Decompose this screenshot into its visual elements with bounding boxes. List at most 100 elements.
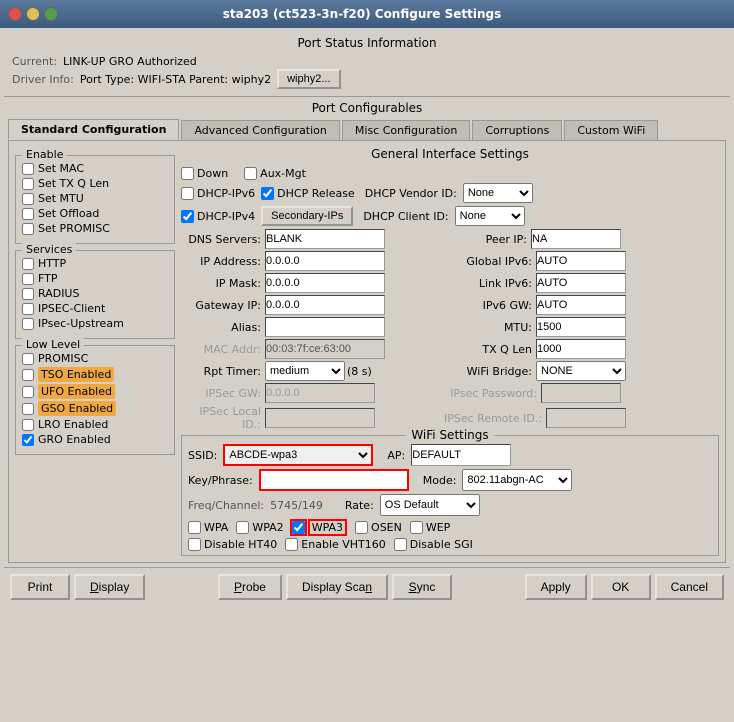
radius-checkbox[interactable]	[22, 288, 34, 300]
alias-input[interactable]	[265, 317, 385, 337]
ipsec-upstream-checkbox[interactable]	[22, 318, 34, 330]
general-interface-header: General Interface Settings	[181, 147, 719, 161]
key-phrase-label: Key/Phrase:	[188, 474, 253, 487]
wifi-settings-title: WiFi Settings	[405, 428, 494, 442]
tab-standard[interactable]: Standard Configuration	[8, 119, 179, 140]
enable-vht160-checkbox[interactable]	[285, 538, 298, 551]
low-level-group: Low Level PROMISC TSO Enabled UFO Enable…	[15, 345, 175, 455]
link-ipv6-input[interactable]	[536, 273, 626, 293]
tx-q-input[interactable]	[536, 339, 626, 359]
aux-mgt-checkbox[interactable]	[244, 167, 257, 180]
maximize-button[interactable]	[44, 7, 58, 21]
wep-check: WEP	[410, 521, 450, 534]
osen-checkbox[interactable]	[355, 521, 368, 534]
close-button[interactable]	[8, 7, 22, 21]
http-checkbox[interactable]	[22, 258, 34, 270]
mac-addr-input	[265, 339, 385, 359]
ok-button[interactable]: OK	[591, 574, 651, 600]
print-button[interactable]: Print	[10, 574, 70, 600]
window-title: sta203 (ct523-3n-f20) Configure Settings	[223, 7, 502, 21]
mode-select[interactable]: 802.11abgn-AC	[462, 469, 572, 491]
wpa2-checkbox[interactable]	[236, 521, 249, 534]
global-ipv6-input[interactable]	[536, 251, 626, 271]
dhcp-client-select[interactable]: None	[455, 206, 525, 226]
ufo-checkbox[interactable]	[22, 386, 34, 398]
service-http: HTTP	[22, 257, 168, 270]
ipsec-local-label: IPSec Local ID.:	[181, 405, 261, 431]
wep-checkbox[interactable]	[410, 521, 423, 534]
mac-addr-label: MAC Addr:	[181, 343, 261, 356]
ssid-select[interactable]: ABCDE-wpa3	[223, 444, 373, 466]
sync-button[interactable]: Sync	[392, 574, 452, 600]
set-promisc-checkbox[interactable]	[22, 223, 34, 235]
down-checkbox[interactable]	[181, 167, 194, 180]
tab-custom-wifi[interactable]: Custom WiFi	[564, 120, 658, 140]
ipsec-gw-label: IPSec GW:	[181, 387, 261, 400]
bottom-bar: Print Display Probe Display Scan Sync Ap…	[4, 567, 730, 606]
tab-advanced[interactable]: Advanced Configuration	[181, 120, 339, 140]
window-controls[interactable]	[8, 7, 58, 21]
ipsec-client-checkbox[interactable]	[22, 303, 34, 315]
gro-checkbox[interactable]	[22, 434, 34, 446]
ipv6-gw-input[interactable]	[536, 295, 626, 315]
peer-ip-input[interactable]	[531, 229, 621, 249]
ftp-label: FTP	[38, 272, 58, 285]
rpt-timer-select[interactable]: medium fast slow	[265, 361, 345, 381]
display-scan-button[interactable]: Display Scan	[286, 574, 388, 600]
wpa-label: WPA	[204, 521, 228, 534]
tx-q-label: TX Q Len	[452, 343, 532, 356]
wpa-checkbox[interactable]	[188, 521, 201, 534]
dhcp-ipv4-checkbox[interactable]	[181, 210, 194, 223]
probe-button[interactable]: Probe	[218, 574, 282, 600]
promisc-checkbox[interactable]	[22, 353, 34, 365]
global-ipv6-label: Global IPv6:	[452, 255, 532, 268]
ip-mask-input[interactable]	[265, 273, 385, 293]
set-txqlen-checkbox[interactable]	[22, 178, 34, 190]
tab-misc[interactable]: Misc Configuration	[342, 120, 470, 140]
ipsec-gw-input	[265, 383, 375, 403]
current-value: LINK-UP GRO Authorized	[63, 55, 197, 68]
key-phrase-input[interactable]	[259, 469, 409, 491]
display-button[interactable]: Display	[74, 574, 145, 600]
minimize-button[interactable]	[26, 7, 40, 21]
dhcp-release-checkbox[interactable]	[261, 187, 274, 200]
rate-select[interactable]: OS Default	[380, 494, 480, 516]
set-offload-checkbox[interactable]	[22, 208, 34, 220]
promisc-label: PROMISC	[38, 352, 88, 365]
ap-input[interactable]	[411, 444, 511, 466]
port-configurables-header: Port Configurables	[4, 101, 730, 115]
port-status-section: Current: LINK-UP GRO Authorized Driver I…	[4, 52, 730, 92]
tabs-row: Standard Configuration Advanced Configur…	[8, 119, 726, 140]
set-mtu-checkbox[interactable]	[22, 193, 34, 205]
disable-ht40-checkbox[interactable]	[188, 538, 201, 551]
wpa3-checkbox[interactable]	[292, 521, 305, 534]
services-group: Services HTTP FTP RADIUS IPSEC-Client	[15, 250, 175, 339]
wpa2-label: WPA2	[252, 521, 283, 534]
dhcp-vendor-select[interactable]: None	[463, 183, 533, 203]
disable-sgi-checkbox[interactable]	[394, 538, 407, 551]
ftp-checkbox[interactable]	[22, 273, 34, 285]
service-ipsec-client: IPSEC-Client	[22, 302, 168, 315]
apply-button[interactable]: Apply	[525, 574, 587, 600]
lro-checkbox[interactable]	[22, 419, 34, 431]
tso-checkbox[interactable]	[22, 369, 34, 381]
ip-address-input[interactable]	[265, 251, 385, 271]
services-group-title: Services	[22, 243, 76, 256]
secondary-ips-button[interactable]: Secondary-IPs	[261, 206, 353, 226]
tab-corruptions[interactable]: Corruptions	[472, 120, 562, 140]
content-area: Enable Set MAC Set TX Q Len Set MTU Set …	[8, 140, 726, 563]
gateway-input[interactable]	[265, 295, 385, 315]
osen-label: OSEN	[371, 521, 402, 534]
freq-value: 5745/149	[270, 499, 323, 512]
dns-input[interactable]	[265, 229, 385, 249]
service-radius: RADIUS	[22, 287, 168, 300]
link-ipv6-label: Link IPv6:	[452, 277, 532, 290]
wiphy-button[interactable]: wiphy2...	[277, 69, 340, 89]
down-label: Down	[197, 167, 228, 180]
set-mac-checkbox[interactable]	[22, 163, 34, 175]
gso-checkbox[interactable]	[22, 403, 34, 415]
mtu-input[interactable]	[536, 317, 626, 337]
dhcp-ipv6-checkbox[interactable]	[181, 187, 194, 200]
cancel-button[interactable]: Cancel	[655, 574, 724, 600]
wifi-bridge-select[interactable]: NONE	[536, 361, 626, 381]
